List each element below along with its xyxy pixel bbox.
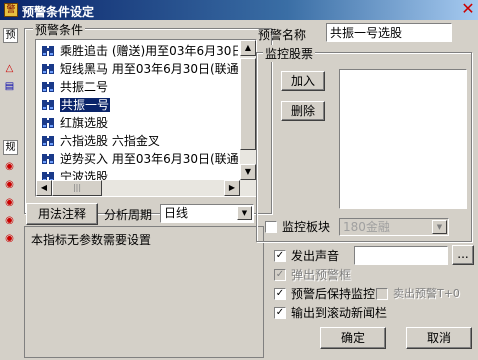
list-item-label: 乘胜追击 (赠送)用至03年6月30日(	[60, 44, 238, 58]
keep-monitor-check-box[interactable]: ✓	[274, 288, 286, 300]
chevron-down-icon: ▼	[432, 220, 447, 234]
vertical-scrollbar[interactable]: ▲ ▼	[240, 40, 256, 180]
description-box: 本指标无参数需要设置	[24, 226, 264, 358]
scroll-news-label: 输出到滚动新闻栏	[291, 306, 388, 320]
add-button[interactable]: 加入	[281, 71, 325, 91]
browse-sound-button[interactable]: ...	[452, 245, 474, 265]
keep-monitor-label: 预警后保持监控	[291, 287, 376, 301]
conditions-list[interactable]: 乘胜追击 (赠送)用至03年6月30日( 短线黑马 用至03年6月30日(联通 …	[35, 39, 257, 197]
monitor-stocks-label: 监控股票	[263, 45, 316, 62]
chevron-down-icon[interactable]: ▼	[237, 206, 252, 220]
binoculars-icon	[42, 82, 54, 92]
sound-label: 发出声音	[291, 249, 340, 263]
horizontal-scrollbar[interactable]: ◀ ||| ▶	[36, 180, 256, 196]
list-item-label: 共振二号	[60, 80, 109, 94]
scroll-down-icon[interactable]: ▼	[240, 164, 256, 180]
conditions-list-items: 乘胜追击 (赠送)用至03年6月30日( 短线黑马 用至03年6月30日(联通 …	[38, 42, 238, 184]
binoculars-icon	[42, 64, 54, 74]
period-value: 日线	[164, 206, 189, 220]
list-item-label: 短线黑马 用至03年6月30日(联通	[60, 62, 238, 76]
dialog-title: 预警条件设定	[22, 5, 95, 19]
app-icon: 警	[4, 3, 18, 17]
monitor-stocks-list[interactable]	[339, 69, 467, 209]
horizontal-scroll-thumb[interactable]: |||	[52, 180, 102, 196]
monitor-stocks-group: 监控股票 加入 删除 监控板块 180金融 ▼	[256, 45, 472, 242]
monitor-block-value: 180金融	[343, 220, 390, 234]
scroll-left-icon[interactable]: ◀	[36, 180, 52, 196]
list-item[interactable]: 红旗选股	[38, 114, 238, 132]
scroll-up-icon[interactable]: ▲	[240, 40, 256, 56]
monitor-block-box[interactable]	[265, 221, 277, 233]
monitor-block-select: 180金融 ▼	[339, 218, 449, 236]
alert-name-label: 预警名称	[258, 28, 307, 42]
sound-file-input[interactable]	[354, 246, 448, 265]
binoculars-icon	[42, 100, 54, 110]
sell-alert-label: 卖出预警T+0	[393, 287, 460, 300]
list-item[interactable]: 逆势买入 用至03年6月30日(联通	[38, 150, 238, 168]
binoculars-icon	[42, 46, 54, 56]
popup-check-box: ✓	[274, 269, 286, 281]
conditions-group: 预警条件 乘胜追击 (赠送)用至03年6月30日( 短线黑马 用至03年6月30…	[24, 21, 272, 214]
list-item-selected[interactable]: 共振一号	[38, 96, 238, 114]
close-icon[interactable]: ✕	[460, 1, 476, 17]
list-item[interactable]: 六指选股 六指金叉	[38, 132, 238, 150]
scroll-right-icon[interactable]: ▶	[224, 180, 240, 196]
binoculars-icon	[42, 136, 54, 146]
list-item-label: 共振一号	[60, 98, 111, 112]
title-bar[interactable]: 警 预警条件设定 ✕	[0, 0, 478, 20]
list-item[interactable]: 短线黑马 用至03年6月30日(联通	[38, 60, 238, 78]
alert-name-input[interactable]: 共振一号选股	[326, 23, 452, 42]
description-text: 本指标无参数需要设置	[31, 233, 152, 247]
sell-alert-check-box	[376, 288, 388, 300]
list-item-label: 红旗选股	[60, 116, 109, 130]
dialog-body: 预警条件 乘胜追击 (赠送)用至03年6月30日( 短线黑马 用至03年6月30…	[20, 20, 478, 360]
delete-button[interactable]: 删除	[281, 101, 325, 121]
list-item[interactable]: 共振二号	[38, 78, 238, 96]
vertical-scroll-thumb[interactable]	[240, 58, 256, 150]
binoculars-icon	[42, 118, 54, 128]
scroll-news-check-box[interactable]: ✓	[274, 307, 286, 319]
ok-button[interactable]: 确定	[320, 327, 386, 349]
binoculars-icon	[42, 154, 54, 164]
usage-notes-button[interactable]: 用法注释	[26, 203, 98, 225]
popup-label: 弹出预警框	[291, 268, 352, 282]
sound-check-box[interactable]: ✓	[274, 250, 286, 262]
list-item[interactable]: 乘胜追击 (赠送)用至03年6月30日(	[38, 42, 238, 60]
cancel-button[interactable]: 取消	[406, 327, 472, 349]
period-label: 分析周期	[104, 208, 153, 222]
period-select[interactable]: 日线 ▼	[160, 204, 254, 223]
alert-condition-dialog: 警 预警条件设定 ✕ 预警条件 乘胜追击 (赠送)用至03年6月30日( 短线黑…	[0, 0, 478, 360]
conditions-group-label: 预警条件	[33, 21, 86, 38]
list-item-label: 逆势买入 用至03年6月30日(联通	[60, 152, 238, 166]
list-item-label: 六指选股 六指金叉	[60, 134, 160, 148]
monitor-block-label: 监控板块	[282, 220, 331, 234]
